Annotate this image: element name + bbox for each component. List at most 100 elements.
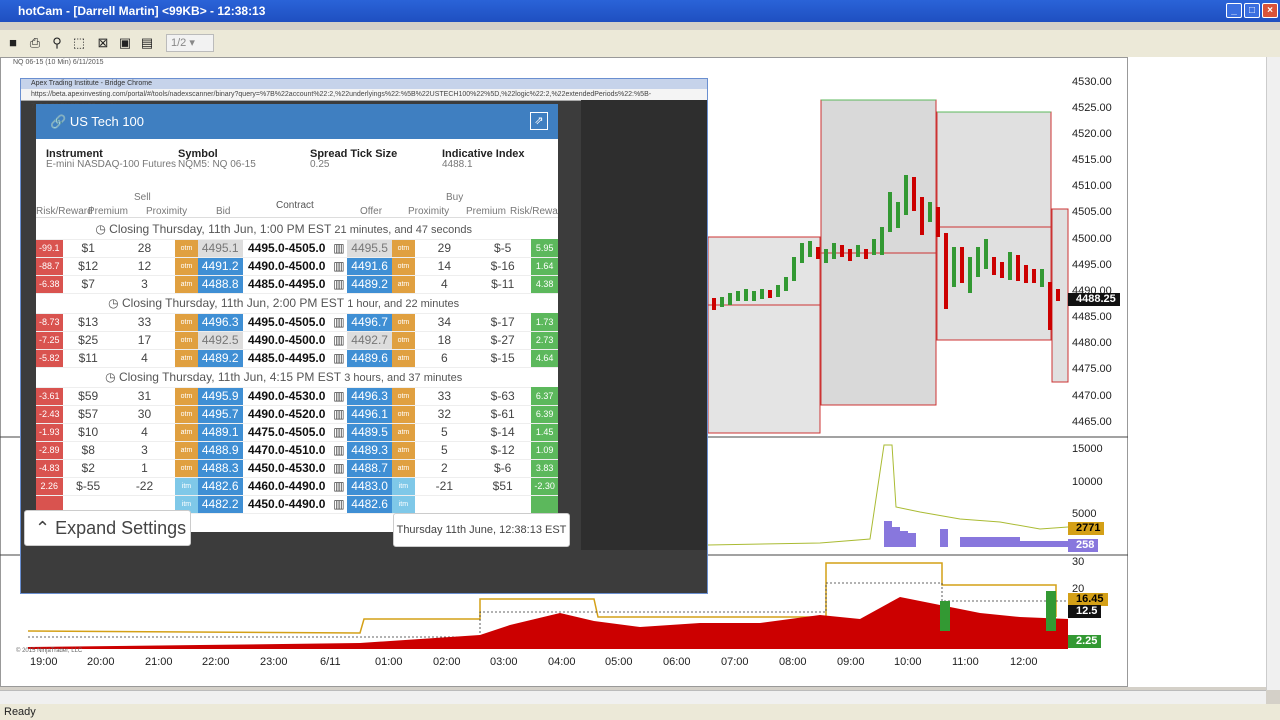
- table-row[interactable]: -7.25 $25 17 otm 4492.5 4490.0-4500.0 ▥ 4492.7 o…: [36, 331, 558, 350]
- offer-value[interactable]: 4489.6: [347, 349, 393, 368]
- page-indicator: 1/2: [171, 37, 187, 49]
- find-icon[interactable]: ⚲: [48, 34, 66, 52]
- chart-icon[interactable]: ▥: [330, 313, 348, 332]
- bid-value[interactable]: 4491.2: [197, 257, 243, 276]
- offer-value[interactable]: 4482.6: [347, 495, 393, 514]
- bid-value[interactable]: 4489.2: [197, 349, 243, 368]
- vertical-scrollbar[interactable]: [1266, 57, 1280, 690]
- chart-icon[interactable]: ▥: [330, 331, 348, 350]
- external-link-button[interactable]: ⇗: [530, 112, 548, 130]
- offer-value[interactable]: 4496.3: [347, 387, 393, 406]
- proximity-buy: 29: [414, 239, 475, 258]
- indicator-tick: 30: [1072, 556, 1085, 568]
- table-row[interactable]: -88.7 $12 12 otm 4491.2 4490.0-4500.0 ▥ 4491.6 o…: [36, 257, 558, 276]
- bid-value[interactable]: 4482.2: [197, 495, 243, 514]
- risk-reward-sell: -1.93: [36, 423, 63, 442]
- bid-value[interactable]: 4495.1: [197, 239, 243, 258]
- offer-value[interactable]: 4489.5: [347, 423, 393, 442]
- bid-value[interactable]: 4496.3: [197, 313, 243, 332]
- moneyness-tag-sell: atm: [175, 275, 198, 294]
- bid-value[interactable]: 4488.9: [197, 441, 243, 460]
- proximity-buy: 14: [414, 257, 475, 276]
- chart-icon[interactable]: ▥: [330, 405, 348, 424]
- premium-buy: $-6: [474, 459, 532, 478]
- contract-strike: 4490.0-4530.0: [242, 387, 331, 406]
- table-row[interactable]: -2.43 $57 30 otm 4495.7 4490.0-4520.0 ▥ 4496.1 o…: [36, 405, 558, 424]
- chart-icon[interactable]: ▥: [330, 387, 348, 406]
- risk-reward-sell: -7.25: [36, 331, 63, 350]
- price-tick: 4520.00: [1072, 128, 1112, 140]
- column-headers: Sell Contract Buy Risk/Reward Premium Pr…: [36, 190, 558, 218]
- chart-icon[interactable]: ▥: [330, 477, 348, 496]
- table-row[interactable]: -6.38 $7 3 atm 4488.8 4485.0-4495.0 ▥ 4489.2 atm…: [36, 275, 558, 294]
- offer-value[interactable]: 4491.6: [347, 257, 393, 276]
- offer-value[interactable]: 4496.7: [347, 313, 393, 332]
- bid-value[interactable]: 4492.5: [197, 331, 243, 350]
- page-icon[interactable]: ▣: [116, 34, 134, 52]
- closing-remaining: 21 minutes, and 47 seconds: [334, 223, 472, 236]
- proximity-sell: 28: [113, 239, 176, 258]
- horizontal-scrollbar[interactable]: [0, 690, 1266, 704]
- browser-title: Apex Trading Institute - Bridge Chrome: [21, 79, 707, 89]
- chart-icon[interactable]: ▥: [330, 459, 348, 478]
- table-row[interactable]: -99.1 $1 28 otm 4495.1 4495.0-4505.0 ▥ 4495.5 ot…: [36, 239, 558, 258]
- table-row[interactable]: -8.73 $13 33 otm 4496.3 4495.0-4505.0 ▥ 4496.7 o…: [36, 313, 558, 332]
- info-symbol: Symbol NQM5: NQ 06-15: [178, 148, 256, 170]
- indicator-green-bar-2: [1046, 591, 1056, 631]
- risk-reward-sell: -6.38: [36, 275, 63, 294]
- risk-reward-buy: 3.83: [531, 459, 558, 478]
- price-tick: 4505.00: [1072, 206, 1112, 218]
- chart-icon[interactable]: ▥: [330, 349, 348, 368]
- bid-value[interactable]: 4488.8: [197, 275, 243, 294]
- chart-icon[interactable]: ▥: [330, 239, 348, 258]
- risk-reward-buy: 2.73: [531, 331, 558, 350]
- chart-icon[interactable]: ▥: [330, 275, 348, 294]
- offer-value[interactable]: 4488.7: [347, 459, 393, 478]
- table-row[interactable]: -4.83 $2 1 otm 4488.3 4450.0-4530.0 ▥ 4488.7 atm…: [36, 459, 558, 478]
- table-row[interactable]: -5.82 $11 4 atm 4489.2 4485.0-4495.0 ▥ 4489.6 at…: [36, 349, 558, 368]
- select-icon[interactable]: ⬚: [70, 34, 88, 52]
- info-index: Indicative Index 4488.1: [442, 148, 525, 170]
- table-row[interactable]: -3.61 $59 31 otm 4495.9 4490.0-4530.0 ▥ 4496.3 o…: [36, 387, 558, 406]
- col-header: Proximity: [408, 206, 450, 217]
- minimize-button[interactable]: _: [1226, 3, 1242, 18]
- table-row[interactable]: 2.26 $-55 -22 itm 4482.6 4460.0-4490.0 ▥ 4483.0…: [36, 477, 558, 496]
- risk-reward-sell: -4.83: [36, 459, 63, 478]
- close-button[interactable]: ×: [1262, 3, 1278, 18]
- zoom-fit-icon[interactable]: ⊠: [94, 34, 112, 52]
- bid-value[interactable]: 4495.9: [197, 387, 243, 406]
- proximity-sell: 4: [113, 349, 176, 368]
- chart-icon[interactable]: ▥: [330, 257, 348, 276]
- chart-icon[interactable]: ▥: [330, 495, 348, 514]
- print-icon[interactable]: ⎙: [26, 34, 44, 52]
- save-icon[interactable]: ■: [4, 34, 22, 52]
- clock-icon: ◷: [105, 370, 119, 384]
- chart-icon[interactable]: ▥: [330, 423, 348, 442]
- page-selector[interactable]: 1/2 ▾: [166, 34, 214, 52]
- premium-sell: $-55: [62, 477, 114, 496]
- time-tick: 19:00: [30, 656, 58, 668]
- bid-value[interactable]: 4489.1: [197, 423, 243, 442]
- offer-value[interactable]: 4496.1: [347, 405, 393, 424]
- offer-value[interactable]: 4483.0: [347, 477, 393, 496]
- proximity-sell: -22: [113, 477, 176, 496]
- expand-settings-button[interactable]: ⌃ Expand Settings: [24, 510, 191, 546]
- maximize-button[interactable]: □: [1244, 3, 1260, 18]
- bid-value[interactable]: 4488.3: [197, 459, 243, 478]
- offer-value[interactable]: 4495.5: [347, 239, 393, 258]
- offer-value[interactable]: 4489.3: [347, 441, 393, 460]
- table-row[interactable]: -1.93 $10 4 atm 4489.1 4475.0-4505.0 ▥ 4489.5 at…: [36, 423, 558, 442]
- moneyness-tag-sell: otm: [175, 257, 198, 276]
- proximity-sell: 3: [113, 275, 176, 294]
- price-tick: 4515.00: [1072, 154, 1112, 166]
- chart-icon[interactable]: ▥: [330, 441, 348, 460]
- offer-value[interactable]: 4489.2: [347, 275, 393, 294]
- browser-empty-area: [581, 100, 707, 550]
- offer-value[interactable]: 4492.7: [347, 331, 393, 350]
- table-row[interactable]: -2.89 $8 3 atm 4488.9 4470.0-4510.0 ▥ 4489.3 atm…: [36, 441, 558, 460]
- contract-strike: 4490.0-4500.0: [242, 331, 331, 350]
- bid-value[interactable]: 4482.6: [197, 477, 243, 496]
- bid-value[interactable]: 4495.7: [197, 405, 243, 424]
- capture-icon[interactable]: ▤: [138, 34, 156, 52]
- right-blank-panel: [1128, 57, 1280, 687]
